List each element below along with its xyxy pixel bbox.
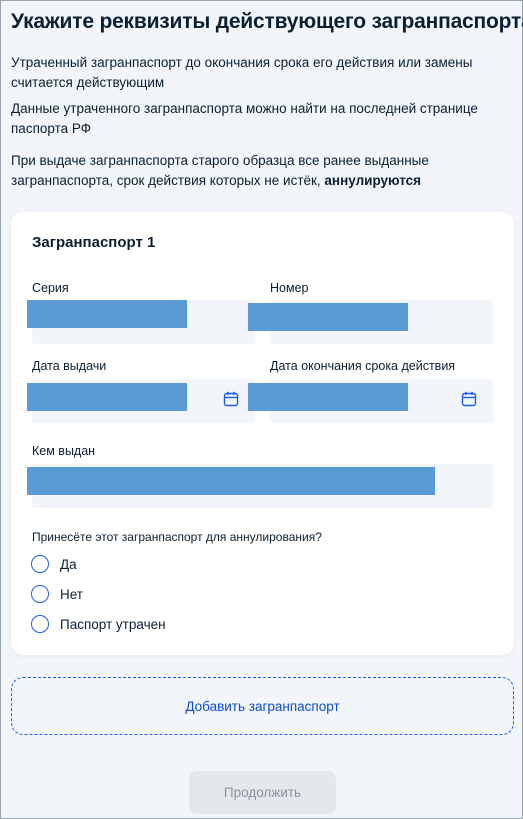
issued-by-redaction (27, 467, 435, 495)
radio-yes[interactable]: Да (31, 555, 77, 573)
issued-by-label: Кем выдан (32, 444, 96, 458)
passport-card: Загранпаспорт 1 Серия Номер Дата выдачи … (11, 212, 514, 655)
expiry-date-redaction (248, 383, 408, 411)
add-passport-button[interactable]: Добавить загранпаспорт (11, 677, 514, 735)
series-label: Серия (32, 281, 69, 295)
expiry-date-label: Дата окончания срока действия (270, 359, 456, 373)
issue-date-redaction (27, 383, 187, 411)
info-paragraph-1: Утраченный загранпаспорт до окончания ср… (11, 55, 473, 90)
info-paragraph-3-bold: аннулируются (324, 173, 422, 188)
page-title: Укажите реквизиты действующего загранпас… (11, 10, 523, 33)
number-redaction (248, 303, 408, 331)
radio-circle[interactable] (31, 615, 49, 633)
info-paragraph-3: При выдаче загранпаспорта старого образц… (11, 151, 481, 191)
radio-circle[interactable] (31, 555, 49, 573)
annul-question: Принесёте этот загранпаспорт для аннулир… (32, 530, 322, 544)
card-title: Загранпаспорт 1 (32, 234, 156, 251)
continue-button[interactable]: Продолжить (189, 771, 336, 814)
info-paragraph-2: Данные утраченного загранпаспорта можно … (11, 101, 478, 136)
number-label: Номер (270, 281, 309, 295)
radio-label: Паспорт утрачен (60, 616, 166, 632)
radio-circle[interactable] (31, 585, 49, 603)
series-redaction (27, 300, 187, 328)
radio-label: Нет (60, 586, 83, 602)
radio-lost[interactable]: Паспорт утрачен (31, 615, 166, 633)
calendar-icon[interactable] (223, 391, 239, 407)
issue-date-label: Дата выдачи (32, 359, 107, 373)
calendar-icon[interactable] (461, 391, 477, 407)
radio-label: Да (60, 556, 77, 572)
radio-no[interactable]: Нет (31, 585, 83, 603)
